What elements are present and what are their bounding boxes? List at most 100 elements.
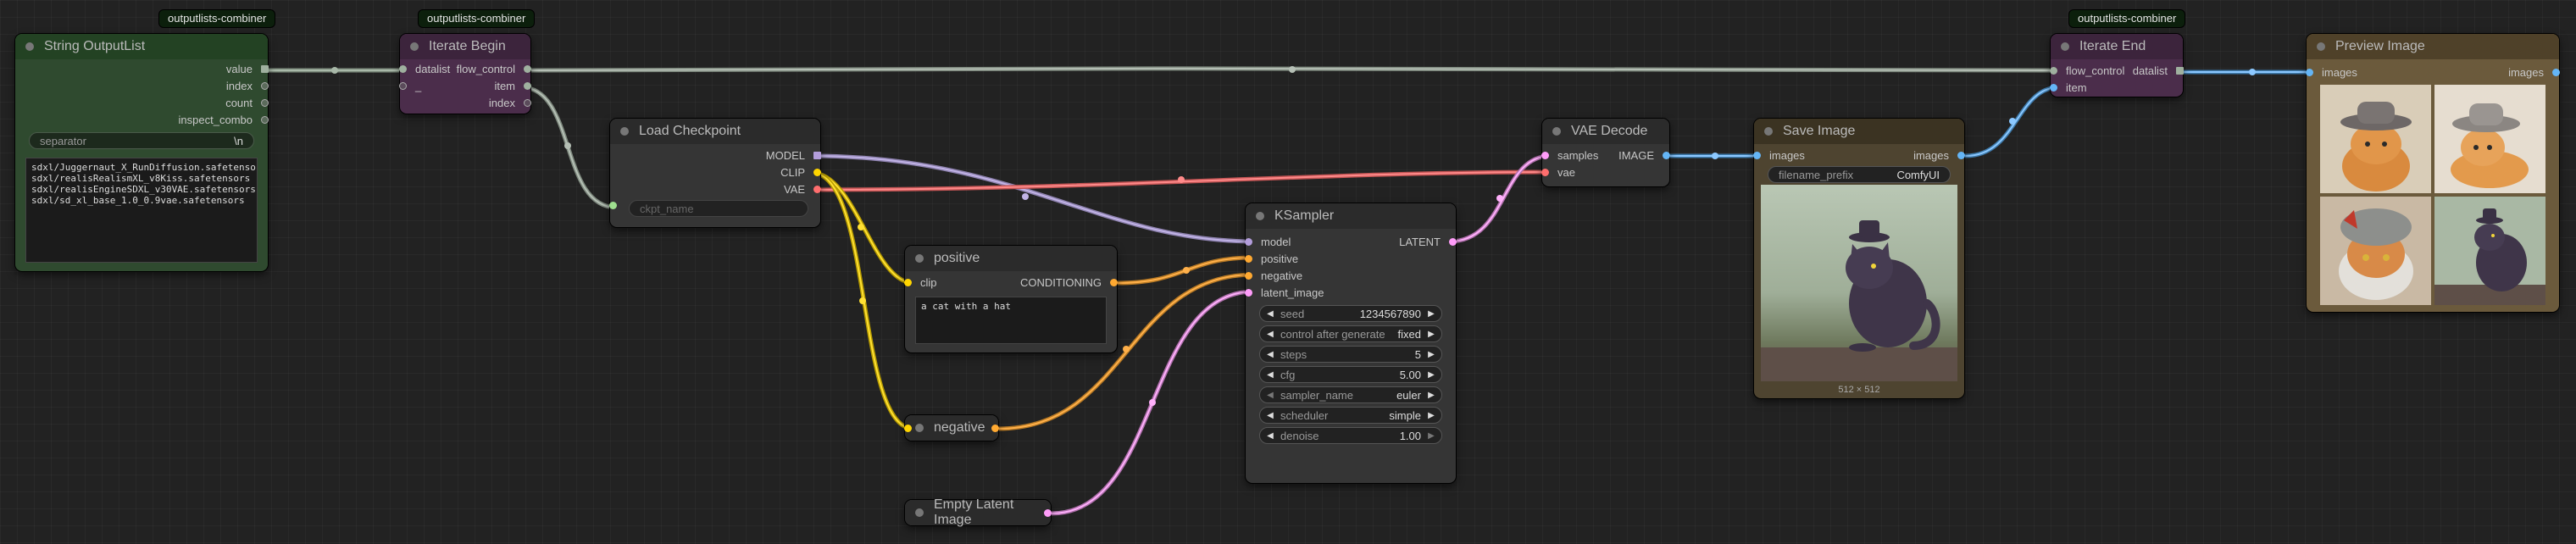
node-title-bar[interactable]: positive xyxy=(905,246,1117,271)
save-image-node[interactable]: Save Image images images filename_prefix… xyxy=(1753,119,1965,398)
input-dot-icon[interactable] xyxy=(904,425,912,432)
output-dot-icon[interactable] xyxy=(1663,152,1670,159)
collapse-dot-icon[interactable] xyxy=(1764,127,1773,136)
input-images[interactable]: images xyxy=(1753,149,1805,162)
denoise-widget[interactable]: ◀ denoise 1.00 ▶ xyxy=(1259,427,1442,444)
increment-arrow-icon[interactable]: ▶ xyxy=(1426,370,1436,380)
node-title-bar[interactable]: negative xyxy=(905,415,998,441)
node-title-bar[interactable]: VAE Decode xyxy=(1542,119,1669,144)
increment-arrow-icon[interactable]: ▶ xyxy=(1426,411,1436,420)
output-item[interactable]: item xyxy=(494,80,531,92)
decrement-arrow-icon[interactable]: ◀ xyxy=(1265,330,1275,339)
output-index[interactable]: index xyxy=(226,80,269,92)
output-dot-icon[interactable] xyxy=(813,169,821,176)
input-model[interactable]: model xyxy=(1245,236,1291,248)
output-dot-icon[interactable] xyxy=(261,82,269,90)
prompt-textarea[interactable]: a cat with a hat xyxy=(915,297,1107,344)
increment-arrow-icon[interactable]: ▶ xyxy=(1426,330,1436,339)
generated-image[interactable] xyxy=(1761,185,1957,381)
output-dot-icon[interactable] xyxy=(261,65,269,73)
filename-prefix-widget[interactable]: filename_prefix ComfyUI xyxy=(1768,166,1951,183)
vae-decode-node[interactable]: VAE Decode samples vae IMAGE xyxy=(1541,119,1670,186)
output-dot-icon[interactable] xyxy=(991,425,999,432)
input-item[interactable]: item xyxy=(2050,81,2087,94)
string-list-textarea[interactable]: sdxl/Juggernaut_X_RunDiffusion.safetenso… xyxy=(25,158,258,263)
scheduler-widget[interactable]: ◀ scheduler simple ▶ xyxy=(1259,407,1442,424)
input-dot-icon[interactable] xyxy=(904,279,912,286)
seed-widget[interactable]: ◀ seed 1234567890 ▶ xyxy=(1259,305,1442,322)
input-dot-icon[interactable] xyxy=(1245,289,1252,297)
decrement-arrow-icon[interactable]: ◀ xyxy=(1265,370,1275,380)
output-dot-icon[interactable] xyxy=(813,152,821,159)
output-datalist[interactable]: datalist xyxy=(2133,64,2184,77)
output-dot-icon[interactable] xyxy=(1044,509,1052,517)
collapse-dot-icon[interactable] xyxy=(1552,127,1561,136)
collapse-dot-icon[interactable] xyxy=(410,42,419,51)
ckpt-name-widget[interactable]: ckpt_name xyxy=(629,200,808,217)
input-dot-icon[interactable] xyxy=(2050,84,2057,92)
output-dot-icon[interactable] xyxy=(1957,152,1965,159)
output-dot-icon[interactable] xyxy=(524,82,531,90)
collapse-dot-icon[interactable] xyxy=(915,424,924,432)
input-dot-icon[interactable] xyxy=(1541,152,1549,159)
output-dot-icon[interactable] xyxy=(1449,238,1457,246)
output-latent[interactable]: LATENT xyxy=(1399,236,1457,248)
input-negative[interactable]: negative xyxy=(1245,269,1302,282)
node-title-bar[interactable]: Iterate Begin xyxy=(400,34,530,59)
output-conditioning[interactable]: CONDITIONING xyxy=(1020,276,1118,289)
node-title-bar[interactable]: Load Checkpoint xyxy=(610,119,820,144)
output-value[interactable]: value xyxy=(226,63,269,75)
input-samples[interactable]: samples xyxy=(1541,149,1598,162)
output-dot-icon[interactable] xyxy=(261,116,269,124)
collapse-dot-icon[interactable] xyxy=(25,42,34,51)
separator-widget[interactable]: separator \n xyxy=(29,132,254,149)
positive-prompt-node[interactable]: positive clip CONDITIONING a cat with a … xyxy=(904,246,1118,352)
output-image[interactable]: IMAGE xyxy=(1618,149,1670,162)
empty-latent-node[interactable]: Empty Latent Image xyxy=(905,497,1052,527)
decrement-arrow-icon[interactable]: ◀ xyxy=(1265,411,1275,420)
input-dot-icon[interactable] xyxy=(1541,169,1549,176)
collapse-dot-icon[interactable] xyxy=(620,127,629,136)
iterate-begin-node[interactable]: outputlists-combiner Iterate Begin datal… xyxy=(399,10,535,114)
input-dot-icon[interactable] xyxy=(399,82,407,90)
input-flow-control[interactable]: flow_control xyxy=(2050,64,2124,77)
output-dot-icon[interactable] xyxy=(261,99,269,107)
iterate-end-node[interactable]: outputlists-combiner Iterate End flow_co… xyxy=(2050,10,2185,97)
decrement-arrow-icon[interactable]: ◀ xyxy=(1265,431,1275,441)
output-dot-icon[interactable] xyxy=(813,186,821,193)
output-clip[interactable]: CLIP xyxy=(780,166,821,179)
input-latent-image[interactable]: latent_image xyxy=(1245,286,1324,299)
negative-prompt-node[interactable]: negative xyxy=(904,415,999,441)
collapse-dot-icon[interactable] xyxy=(2061,42,2069,51)
input-underscore[interactable]: _ xyxy=(399,80,421,92)
increment-arrow-icon[interactable]: ▶ xyxy=(1426,431,1436,441)
output-dot-icon[interactable] xyxy=(2176,67,2184,75)
string-outputlist-node[interactable]: outputlists-combiner String OutputList v… xyxy=(15,10,275,271)
input-dot-icon[interactable] xyxy=(399,65,407,73)
increment-arrow-icon[interactable]: ▶ xyxy=(1426,309,1436,319)
output-vae[interactable]: VAE xyxy=(784,183,821,196)
load-checkpoint-node[interactable]: Load Checkpoint MODEL CLIP VAE ckpt_name xyxy=(609,119,821,227)
input-ckpt-name[interactable] xyxy=(609,202,625,209)
node-title-bar[interactable]: Preview Image xyxy=(2307,34,2559,59)
collapse-dot-icon[interactable] xyxy=(915,508,924,517)
output-dot-icon[interactable] xyxy=(524,99,531,107)
output-inspect-combo[interactable]: inspect_combo xyxy=(179,114,269,126)
input-dot-icon[interactable] xyxy=(2306,69,2313,76)
output-model[interactable]: MODEL xyxy=(766,149,821,162)
input-clip[interactable]: clip xyxy=(904,276,937,289)
node-title-bar[interactable]: Save Image xyxy=(1754,119,1964,144)
output-flow-control[interactable]: flow_control xyxy=(457,63,531,75)
input-dot-icon[interactable] xyxy=(2050,67,2057,75)
node-title-bar[interactable]: KSampler xyxy=(1246,203,1456,229)
steps-widget[interactable]: ◀ steps 5 ▶ xyxy=(1259,346,1442,363)
preview-image-node[interactable]: Preview Image images images xyxy=(2306,34,2560,312)
input-images[interactable]: images xyxy=(2306,66,2357,79)
collapse-dot-icon[interactable] xyxy=(915,254,924,263)
output-dot-icon[interactable] xyxy=(524,65,531,73)
increment-arrow-icon[interactable]: ▶ xyxy=(1426,391,1436,400)
sampler-name-widget[interactable]: ◀ sampler_name euler ▶ xyxy=(1259,386,1442,403)
collapse-dot-icon[interactable] xyxy=(2317,42,2325,51)
output-count[interactable]: count xyxy=(225,97,269,109)
input-dot-icon[interactable] xyxy=(1245,272,1252,280)
